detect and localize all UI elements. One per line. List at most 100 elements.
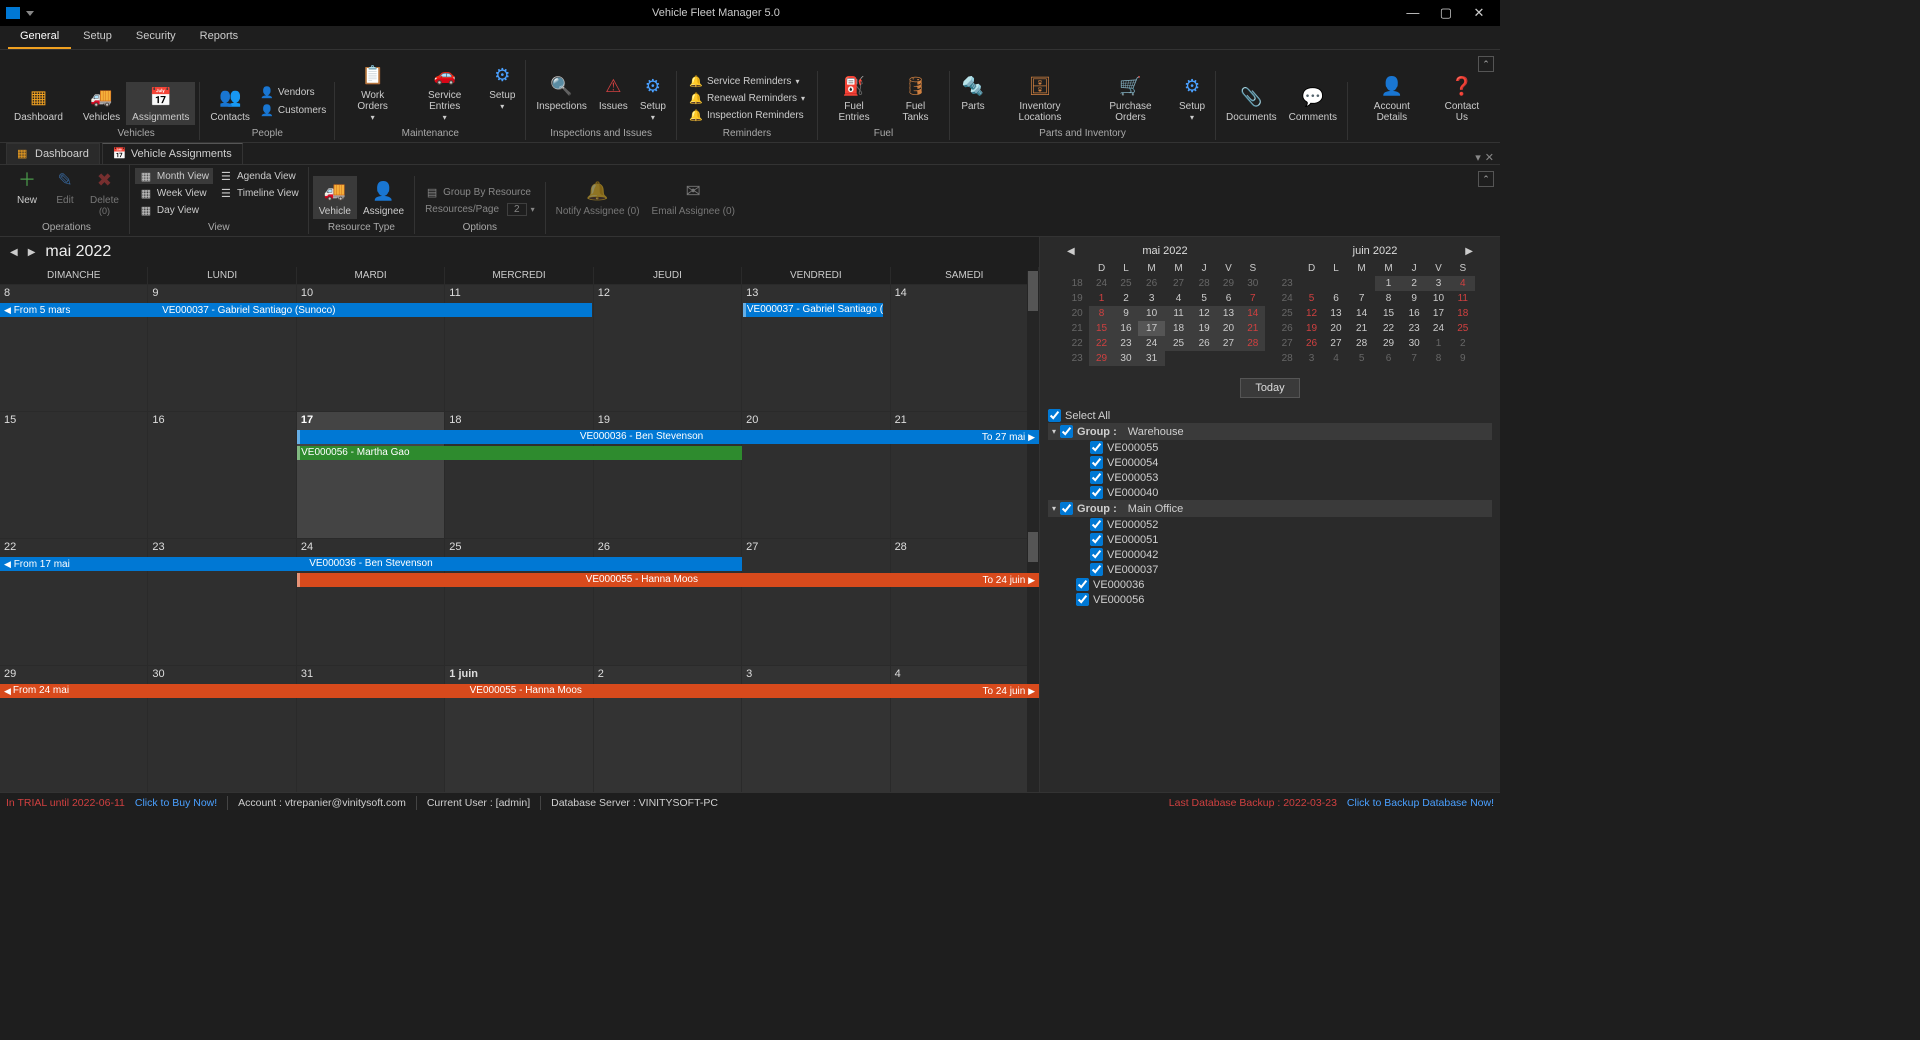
vendors-button[interactable]: 👤Vendors: [256, 84, 330, 100]
issues-button[interactable]: ⚠Issues: [593, 71, 634, 114]
event-bar[interactable]: ◀ From 5 mars VE000037 - Gabriel Santiag…: [0, 303, 592, 317]
filter-tree: Select All ▾Group : Warehouse VE000055 V…: [1040, 402, 1500, 792]
service-reminders-button[interactable]: 🔔Service Reminders ▾: [685, 73, 809, 89]
today-button[interactable]: Today: [1240, 378, 1299, 398]
group-by-resource-toggle[interactable]: ▤Group By Resource: [421, 184, 539, 200]
minimize-button[interactable]: —: [1398, 5, 1428, 20]
close-button[interactable]: ✕: [1464, 5, 1494, 21]
purchase-orders-button[interactable]: 🛒Purchase Orders: [1088, 71, 1173, 125]
edit-button[interactable]: ✎Edit: [46, 165, 84, 208]
documents-button[interactable]: 📎Documents: [1220, 82, 1283, 125]
event-bar[interactable]: ◀From 24 maiVE000055 - Hanna MoosTo 24 j…: [0, 684, 1039, 698]
vehicle-checkbox[interactable]: [1090, 563, 1103, 576]
buy-now-link[interactable]: Click to Buy Now!: [135, 797, 217, 809]
vehicle-checkbox[interactable]: [1076, 578, 1089, 591]
bell-icon: 🔔: [689, 74, 703, 88]
week-view-button[interactable]: ▦Week View: [135, 185, 213, 201]
resources-per-page[interactable]: Resources/Page 2 ▾: [421, 202, 539, 217]
mini-next-button[interactable]: ▶: [1465, 246, 1473, 257]
notify-assignee-button[interactable]: 🔔Notify Assignee (0): [550, 176, 646, 219]
calendar-scrollbar[interactable]: [1027, 271, 1039, 792]
vehicle-checkbox[interactable]: [1090, 518, 1103, 531]
vehicle-checkbox[interactable]: [1090, 533, 1103, 546]
menu-reports[interactable]: Reports: [188, 26, 251, 49]
calendar-cell[interactable]: 15: [0, 412, 148, 538]
collapse-icon[interactable]: ▾: [1052, 427, 1056, 436]
vehicle-checkbox[interactable]: [1090, 471, 1103, 484]
email-assignee-button[interactable]: ✉Email Assignee (0): [646, 176, 741, 219]
tab-close-icon[interactable]: ✕: [1485, 151, 1494, 164]
comments-button[interactable]: 💬Comments: [1283, 82, 1343, 125]
insp-setup-button[interactable]: ⚙Setup▾: [634, 71, 672, 125]
next-month-button[interactable]: ▶: [28, 247, 36, 258]
parts-setup-button[interactable]: ⚙Setup▾: [1173, 71, 1211, 125]
bell-icon: 🔔: [689, 91, 703, 105]
customers-button[interactable]: 👤Customers: [256, 102, 330, 118]
qat-dropdown-icon[interactable]: [26, 11, 34, 16]
collapse-icon[interactable]: ▾: [1052, 504, 1056, 513]
day-view-button[interactable]: ▦Day View: [135, 202, 213, 218]
customer-icon: 👤: [260, 103, 274, 117]
maint-setup-button[interactable]: ⚙Setup▾: [483, 60, 521, 114]
tab-dropdown-icon[interactable]: ▾: [1475, 151, 1481, 164]
contact-us-button[interactable]: ❓Contact Us: [1432, 71, 1492, 125]
calendar-cell[interactable]: 14: [891, 285, 1039, 411]
mini-prev-button[interactable]: ◀: [1067, 246, 1075, 257]
group-checkbox[interactable]: [1060, 502, 1073, 515]
x-icon: ✖: [91, 167, 117, 193]
group-checkbox[interactable]: [1060, 425, 1073, 438]
event-bar[interactable]: VE000056 - Martha Gao: [297, 446, 742, 460]
event-bar[interactable]: VE000036 - Ben StevensonTo 27 mai ▶: [297, 430, 1039, 444]
vehicle-checkbox[interactable]: [1090, 486, 1103, 499]
timeline-view-button[interactable]: ☰Timeline View: [215, 185, 303, 201]
delete-button[interactable]: ✖Delete(0): [84, 165, 125, 219]
ribbon-collapse-button[interactable]: ⌃: [1478, 56, 1494, 72]
tab-vehicle-assignments[interactable]: 📅Vehicle Assignments: [102, 143, 243, 164]
inspections-button[interactable]: 🔍Inspections: [530, 71, 593, 114]
parts-button[interactable]: 🔩Parts: [954, 71, 992, 114]
service-entries-button[interactable]: 🚗Service Entries▾: [406, 60, 483, 125]
menu-security[interactable]: Security: [124, 26, 188, 49]
menu-general[interactable]: General: [8, 26, 71, 49]
prev-month-button[interactable]: ◀: [10, 247, 18, 258]
mini-calendar-may[interactable]: ◀mai 2022 DLMMJVS 1824252627282930 19123…: [1065, 245, 1265, 366]
dashboard-button[interactable]: ▦Dashboard: [8, 82, 69, 125]
contacts-button[interactable]: 👥Contacts: [204, 82, 255, 125]
resource-vehicle-button[interactable]: 🚚Vehicle: [313, 176, 357, 219]
paperclip-icon: 📎: [1238, 84, 1264, 110]
backup-now-link[interactable]: Click to Backup Database Now!: [1347, 797, 1494, 809]
vehicles-button[interactable]: 🚚Vehicles: [77, 82, 126, 125]
maximize-button[interactable]: ▢: [1431, 5, 1461, 21]
calendar-cell[interactable]: 12: [594, 285, 742, 411]
month-view-button[interactable]: ▦Month View: [135, 168, 213, 184]
agenda-view-button[interactable]: ☰Agenda View: [215, 168, 303, 184]
calendar-cell[interactable]: 27: [742, 539, 890, 665]
event-bar[interactable]: VE000037 - Gabriel Santiago (Su: [743, 303, 883, 317]
vehicle-checkbox[interactable]: [1090, 456, 1103, 469]
calendar-cell[interactable]: 16: [148, 412, 296, 538]
mini-calendar-june[interactable]: juin 2022▶ DLMMJVS 231234 24567891011 25…: [1275, 245, 1475, 366]
backup-label: Last Database Backup : 2022-03-23: [1169, 797, 1337, 809]
menu-setup[interactable]: Setup: [71, 26, 124, 49]
fuel-tanks-button[interactable]: 🛢Fuel Tanks: [886, 71, 945, 125]
event-bar[interactable]: ◀ From 17 maiVE000036 - Ben Stevenson: [0, 557, 742, 571]
vehicle-checkbox[interactable]: [1090, 548, 1103, 561]
inventory-loc-button[interactable]: 🗄Inventory Locations: [992, 71, 1088, 125]
inspection-reminders-button[interactable]: 🔔Inspection Reminders: [685, 107, 809, 123]
work-orders-button[interactable]: 📋Work Orders▾: [339, 60, 406, 125]
renewal-reminders-button[interactable]: 🔔Renewal Reminders ▾: [685, 90, 809, 106]
event-bar[interactable]: VE000055 - Hanna MoosTo 24 juin ▶: [297, 573, 1039, 587]
vehicle-checkbox[interactable]: [1076, 593, 1089, 606]
gear-icon: ⚙: [640, 73, 666, 99]
calendar-cell[interactable]: 28: [891, 539, 1039, 665]
fuel-entries-button[interactable]: ⛽Fuel Entries: [822, 71, 886, 125]
account-details-button[interactable]: 👤Account Details: [1352, 71, 1432, 125]
vehicle-checkbox[interactable]: [1090, 441, 1103, 454]
subribbon-collapse-button[interactable]: ⌃: [1478, 171, 1494, 187]
tab-dashboard[interactable]: ▦Dashboard: [6, 143, 100, 164]
resource-assignee-button[interactable]: 👤Assignee: [357, 176, 410, 219]
new-button[interactable]: ＋New: [8, 165, 46, 208]
assignments-button[interactable]: 📅Assignments: [126, 82, 195, 125]
select-all-checkbox[interactable]: [1048, 409, 1061, 422]
group-icon: ▤: [425, 185, 439, 199]
